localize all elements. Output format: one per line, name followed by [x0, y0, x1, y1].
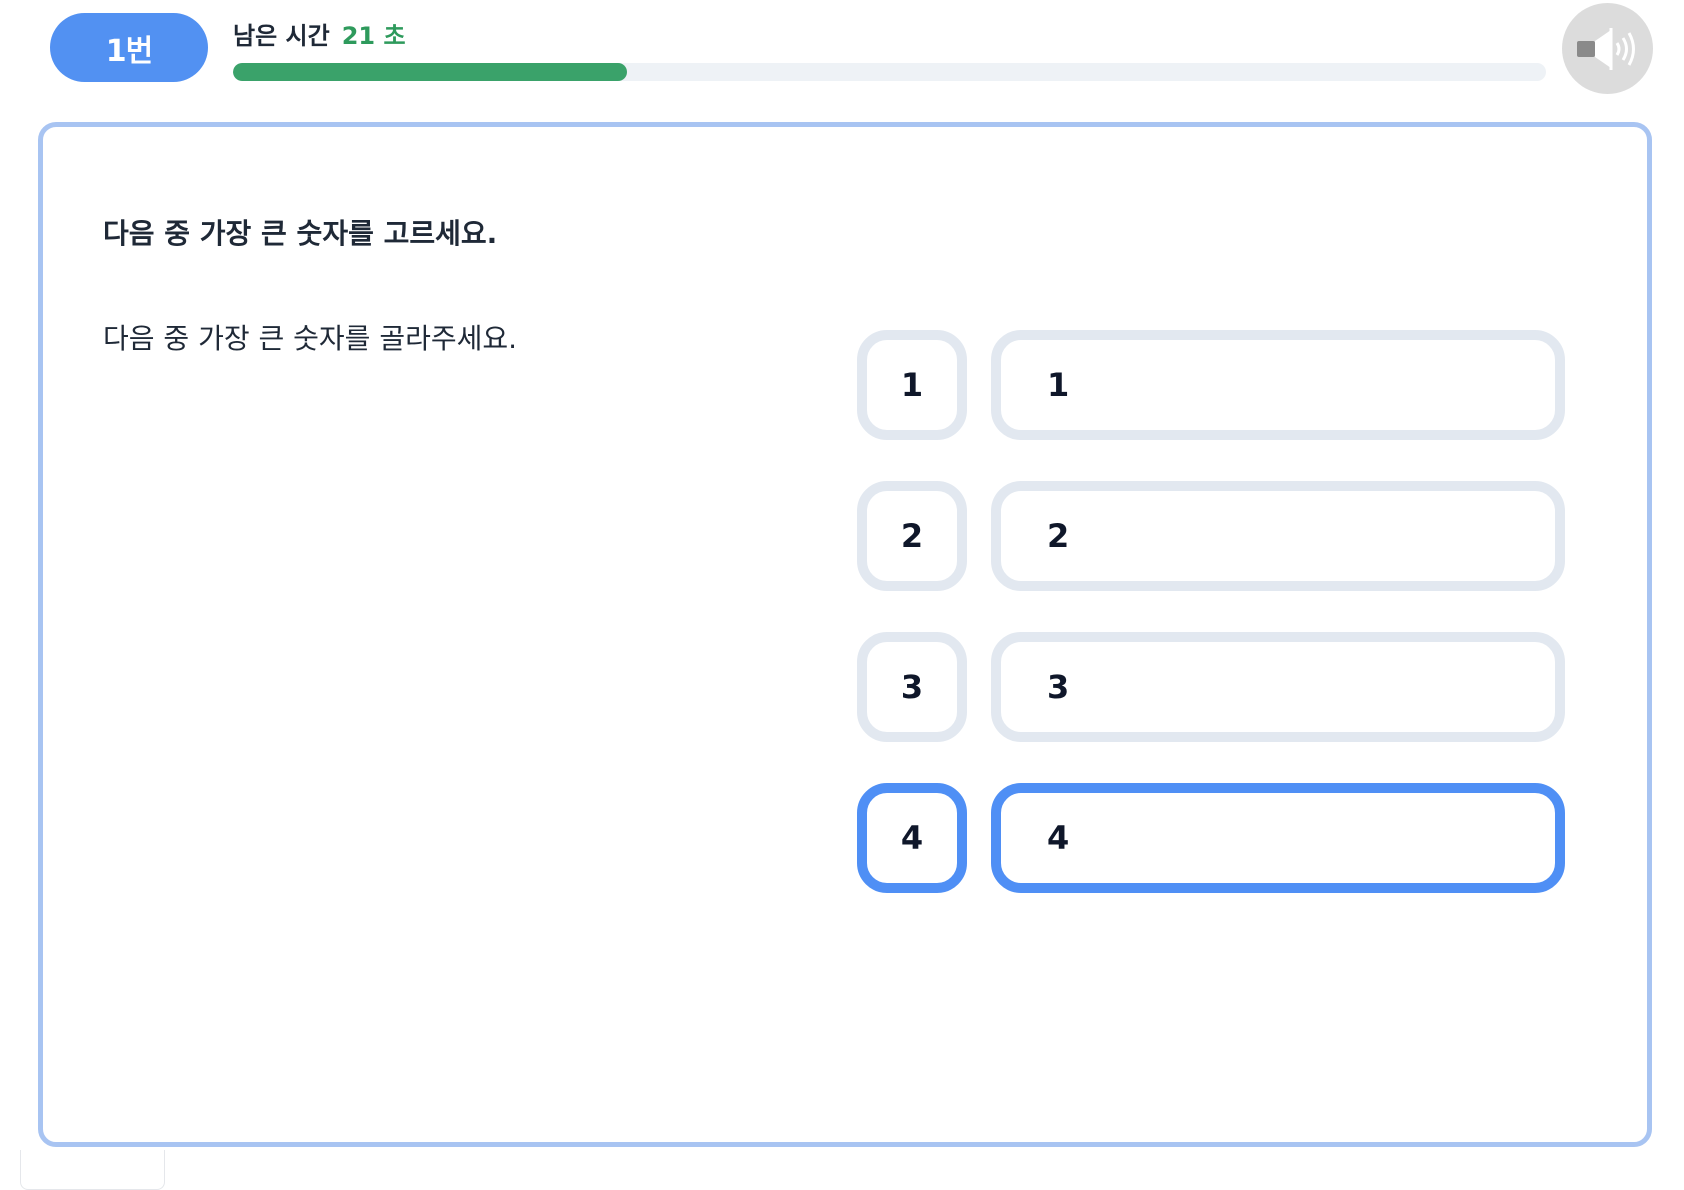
- choice-answer-box[interactable]: 4: [991, 783, 1565, 893]
- choice-answer-text: 1: [1047, 366, 1070, 404]
- choice-answer-text: 3: [1047, 668, 1070, 706]
- choice-number-box[interactable]: 2: [857, 481, 967, 591]
- question-number-badge: 1번: [50, 13, 208, 82]
- choice-1[interactable]: 1 1: [857, 330, 1565, 440]
- choice-2[interactable]: 2 2: [857, 481, 1565, 591]
- choice-4[interactable]: 4 4: [857, 783, 1565, 893]
- choice-answer-box[interactable]: 3: [991, 632, 1565, 742]
- question-body: 다음 중 가장 큰 숫자를 골라주세요.: [103, 322, 518, 355]
- choice-number: 4: [900, 819, 924, 857]
- choice-number: 1: [900, 366, 924, 404]
- time-progress-bar: [233, 63, 1546, 81]
- speaker-icon: [1576, 27, 1635, 70]
- choice-number: 2: [900, 517, 924, 555]
- time-progress-fill: [233, 63, 627, 81]
- choice-number-box[interactable]: 4: [857, 783, 967, 893]
- timer: 남은 시간 21 초: [233, 16, 406, 50]
- choice-number-box[interactable]: 1: [857, 330, 967, 440]
- bottom-tab[interactable]: [20, 1150, 165, 1190]
- question-card: 다음 중 가장 큰 숫자를 고르세요. 다음 중 가장 큰 숫자를 골라주세요.…: [38, 122, 1652, 1147]
- timer-label: 남은 시간: [233, 21, 330, 50]
- timer-value: 21 초: [341, 21, 406, 50]
- choice-answer-text: 4: [1047, 819, 1070, 857]
- choice-answer-box[interactable]: 2: [991, 481, 1565, 591]
- choice-answer-text: 2: [1047, 517, 1070, 555]
- choice-number-box[interactable]: 3: [857, 632, 967, 742]
- question-title: 다음 중 가장 큰 숫자를 고르세요.: [103, 217, 498, 250]
- choice-answer-box[interactable]: 1: [991, 330, 1565, 440]
- choice-number: 3: [900, 668, 924, 706]
- question-number-label: 1번: [105, 33, 153, 69]
- sound-button[interactable]: [1562, 3, 1653, 94]
- choice-3[interactable]: 3 3: [857, 632, 1565, 742]
